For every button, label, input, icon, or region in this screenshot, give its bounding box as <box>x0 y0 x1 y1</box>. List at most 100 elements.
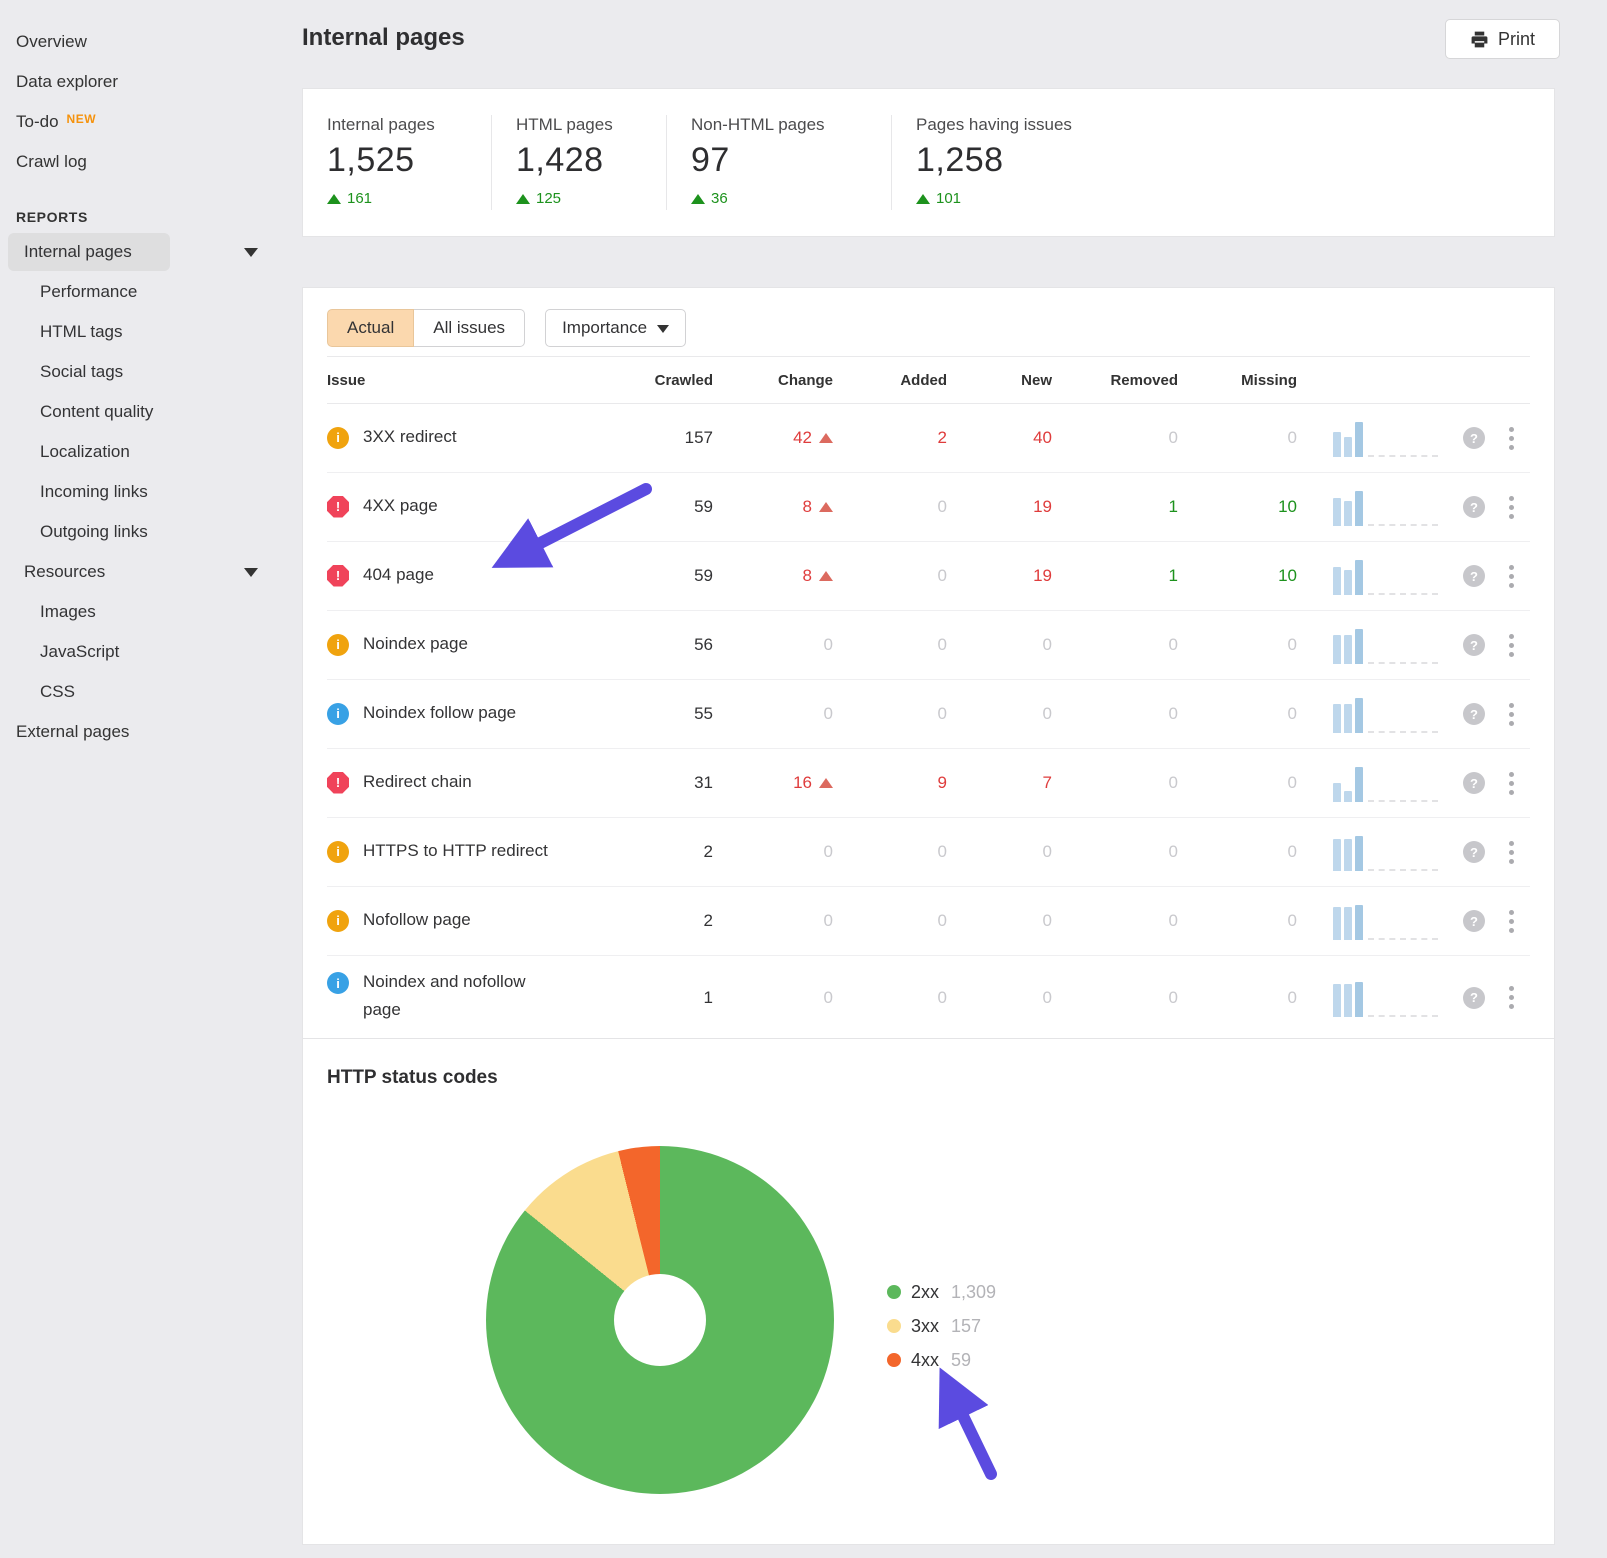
sidebar-item-javascript[interactable]: JavaScript <box>0 632 300 672</box>
stat-non-html-pages: Non-HTML pages 97 36 <box>666 115 891 210</box>
print-button[interactable]: Print <box>1445 19 1560 59</box>
kebab-menu-icon[interactable] <box>1509 712 1514 717</box>
sidebar-item-html-tags[interactable]: HTML tags <box>0 312 300 352</box>
sidebar-item-todo[interactable]: To-do NEW <box>0 102 300 142</box>
history-mini-chart[interactable] <box>1315 419 1452 457</box>
sidebar-section-reports: REPORTS <box>0 202 300 232</box>
col-issue: Issue <box>327 372 641 389</box>
table-row: Noindex page 56 0 0 0 0 0 <box>327 611 1530 680</box>
kebab-menu-icon[interactable] <box>1509 995 1514 1000</box>
help-icon[interactable] <box>1463 634 1485 656</box>
info-icon <box>327 703 349 725</box>
stat-internal-pages: Internal pages 1,525 161 <box>303 115 491 210</box>
importance-dropdown[interactable]: Importance <box>545 309 686 347</box>
sidebar-item-css[interactable]: CSS <box>0 672 300 712</box>
col-missing: Missing <box>1196 372 1315 389</box>
history-mini-chart[interactable] <box>1315 833 1452 871</box>
legend-item-4xx[interactable]: 4xx 59 <box>887 1343 996 1377</box>
help-icon[interactable] <box>1463 910 1485 932</box>
help-icon[interactable] <box>1463 841 1485 863</box>
sidebar-item-overview[interactable]: Overview <box>0 22 300 62</box>
issues-panel: Actual All issues Importance Issue Crawl… <box>302 287 1555 1060</box>
legend-item-3xx[interactable]: 3xx 157 <box>887 1309 996 1343</box>
help-icon[interactable] <box>1463 703 1485 725</box>
legend-dot-2xx <box>887 1285 901 1299</box>
legend-dot-3xx <box>887 1319 901 1333</box>
sidebar-item-images[interactable]: Images <box>0 592 300 632</box>
sidebar-item-internal-pages[interactable]: Internal pages <box>0 232 300 272</box>
issue-link[interactable]: 3XX redirect <box>363 423 457 451</box>
stat-html-pages: HTML pages 1,428 125 <box>491 115 666 210</box>
issue-link[interactable]: Noindex and nofollow page <box>363 968 548 1024</box>
col-added: Added <box>851 372 965 389</box>
table-row: HTTPS to HTTP redirect 2 0 0 0 0 0 <box>327 818 1530 887</box>
sidebar-item-social-tags[interactable]: Social tags <box>0 352 300 392</box>
history-mini-chart[interactable] <box>1315 764 1452 802</box>
warning-icon <box>327 427 349 449</box>
kebab-menu-icon[interactable] <box>1509 436 1514 441</box>
change-up-icon <box>819 502 833 512</box>
sidebar-item-resources[interactable]: Resources <box>0 552 300 592</box>
history-mini-chart[interactable] <box>1315 626 1452 664</box>
warning-icon <box>327 910 349 932</box>
issue-link[interactable]: Noindex page <box>363 630 468 658</box>
history-mini-chart[interactable] <box>1315 488 1452 526</box>
error-icon <box>327 565 349 587</box>
sidebar-item-crawl-log[interactable]: Crawl log <box>0 142 300 182</box>
error-icon <box>327 496 349 518</box>
tab-actual[interactable]: Actual <box>327 309 414 347</box>
kebab-menu-icon[interactable] <box>1509 643 1514 648</box>
history-mini-chart[interactable] <box>1315 979 1452 1017</box>
table-row: Redirect chain 31 16 9 7 0 0 <box>327 749 1530 818</box>
sidebar-item-external-pages[interactable]: External pages <box>0 712 300 752</box>
kebab-menu-icon[interactable] <box>1509 781 1514 786</box>
issue-link[interactable]: 4XX page <box>363 492 438 520</box>
help-icon[interactable] <box>1463 987 1485 1009</box>
chevron-down-icon[interactable] <box>244 248 258 257</box>
table-row: Nofollow page 2 0 0 0 0 0 <box>327 887 1530 956</box>
help-icon[interactable] <box>1463 772 1485 794</box>
summary-stats-panel: Internal pages 1,525 161 HTML pages 1,42… <box>302 88 1555 237</box>
issue-link[interactable]: Redirect chain <box>363 768 472 796</box>
col-crawled: Crawled <box>641 372 731 389</box>
sidebar-item-content-quality[interactable]: Content quality <box>0 392 300 432</box>
help-icon[interactable] <box>1463 427 1485 449</box>
history-mini-chart[interactable] <box>1315 557 1452 595</box>
kebab-menu-icon[interactable] <box>1509 574 1514 579</box>
history-mini-chart[interactable] <box>1315 902 1452 940</box>
kebab-menu-icon[interactable] <box>1509 850 1514 855</box>
kebab-menu-icon[interactable] <box>1509 505 1514 510</box>
sidebar-item-performance[interactable]: Performance <box>0 272 300 312</box>
help-icon[interactable] <box>1463 565 1485 587</box>
table-row: 404 page 59 8 0 19 1 10 <box>327 542 1530 611</box>
chevron-down-icon <box>657 325 669 333</box>
stat-pages-having-issues: Pages having issues 1,258 101 <box>891 115 1554 210</box>
new-badge: NEW <box>67 112 97 126</box>
chevron-down-icon[interactable] <box>244 568 258 577</box>
issue-link[interactable]: Noindex follow page <box>363 699 516 727</box>
sidebar: Overview Data explorer To-do NEW Crawl l… <box>0 0 300 752</box>
history-mini-chart[interactable] <box>1315 695 1452 733</box>
tab-all-issues[interactable]: All issues <box>414 309 525 347</box>
legend-item-2xx[interactable]: 2xx 1,309 <box>887 1275 996 1309</box>
legend-dot-4xx <box>887 1353 901 1367</box>
donut-hole <box>614 1274 706 1366</box>
sidebar-item-localization[interactable]: Localization <box>0 432 300 472</box>
increase-arrow-icon <box>691 194 705 204</box>
status-codes-donut-chart[interactable] <box>486 1146 834 1494</box>
table-row: Noindex and nofollow page 1 0 0 0 0 0 <box>327 956 1530 1039</box>
issue-link[interactable]: HTTPS to HTTP redirect <box>363 837 548 865</box>
sidebar-item-incoming-links[interactable]: Incoming links <box>0 472 300 512</box>
info-icon <box>327 972 349 994</box>
sidebar-item-data-explorer[interactable]: Data explorer <box>0 62 300 102</box>
help-icon[interactable] <box>1463 496 1485 518</box>
sidebar-item-outgoing-links[interactable]: Outgoing links <box>0 512 300 552</box>
kebab-menu-icon[interactable] <box>1509 919 1514 924</box>
table-header: Issue Crawled Change Added New Removed M… <box>327 356 1530 404</box>
change-up-icon <box>819 778 833 788</box>
increase-arrow-icon <box>916 194 930 204</box>
increase-arrow-icon <box>516 194 530 204</box>
issue-link[interactable]: 404 page <box>363 561 434 589</box>
issue-link[interactable]: Nofollow page <box>363 906 471 934</box>
chart-title: HTTP status codes <box>303 1039 1554 1089</box>
